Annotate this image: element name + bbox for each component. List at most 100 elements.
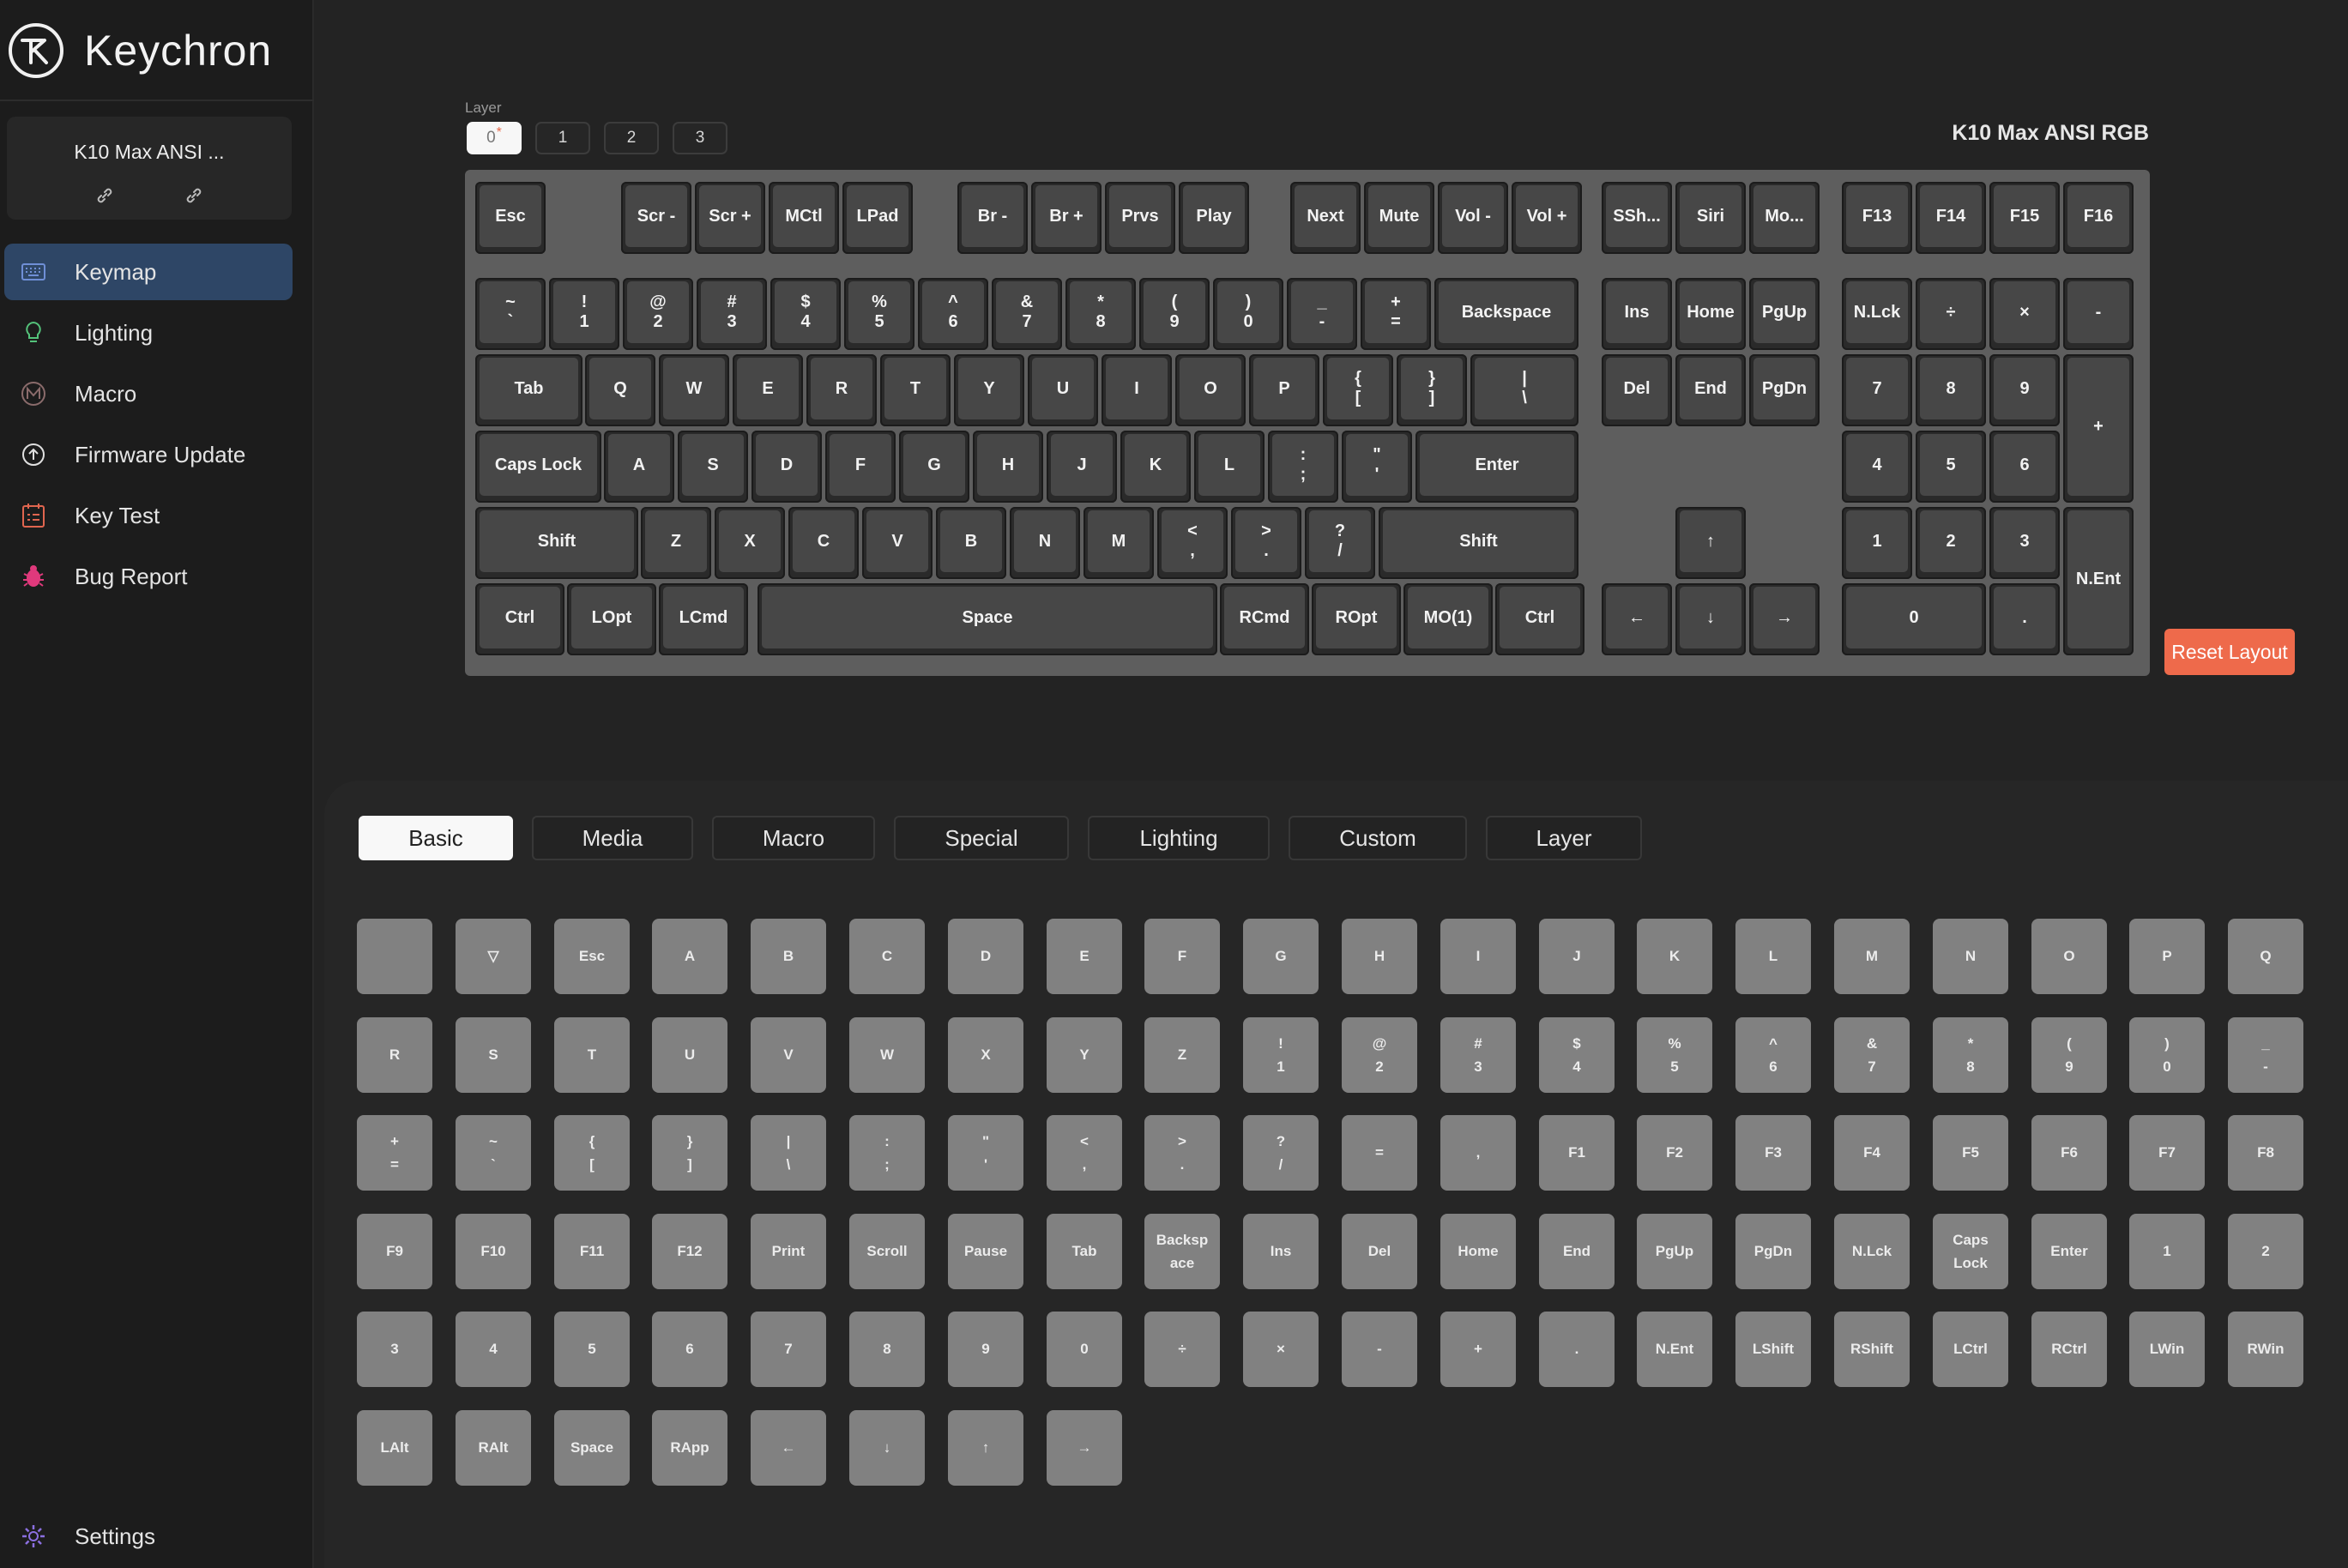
keycode-key[interactable]: T xyxy=(554,1017,630,1093)
keycode-key[interactable]: #3 xyxy=(1440,1017,1516,1093)
keycode-key[interactable]: W xyxy=(849,1017,925,1093)
keyboard-key[interactable]: LCmd xyxy=(659,583,748,655)
keyboard-key[interactable]: Play xyxy=(1179,182,1249,254)
keycode-key[interactable]: B xyxy=(751,919,826,994)
keycode-key[interactable]: S xyxy=(456,1017,531,1093)
tab-custom[interactable]: Custom xyxy=(1289,816,1467,860)
keycode-key[interactable]: 8 xyxy=(849,1312,925,1387)
keycode-key[interactable]: 9 xyxy=(948,1312,1023,1387)
keycode-key[interactable]: , xyxy=(1440,1115,1516,1191)
keyboard-key[interactable]: 7 xyxy=(1842,354,1912,426)
keyboard-key[interactable]: + xyxy=(2063,354,2134,503)
keycode-key[interactable]: ^ 6 xyxy=(1735,1017,1811,1093)
reset-layout-button[interactable]: Reset Layout xyxy=(2164,629,2295,675)
keycode-key[interactable]: 7 xyxy=(751,1312,826,1387)
keyboard-key[interactable]: F16 xyxy=(2063,182,2134,254)
keyboard-key[interactable]: N.Ent xyxy=(2063,507,2134,655)
keycode-key[interactable]: RApp xyxy=(652,1410,727,1486)
sidebar-item-key-test[interactable]: Key Test xyxy=(4,487,293,544)
keycode-key[interactable]: F7 xyxy=(2129,1115,2205,1191)
keyboard-key[interactable]: P xyxy=(1249,354,1319,426)
keyboard-key[interactable]: Scr - xyxy=(621,182,691,254)
keyboard-key[interactable]: V xyxy=(862,507,933,579)
layer-button-3[interactable]: 3 xyxy=(673,122,727,154)
keyboard-key[interactable]: Br + xyxy=(1031,182,1102,254)
keycode-key[interactable]: | \ xyxy=(751,1115,826,1191)
keyboard-key[interactable]: | \ xyxy=(1470,354,1578,426)
keyboard-key[interactable]: × xyxy=(1989,278,2060,350)
keyboard-key[interactable]: :; xyxy=(1268,431,1338,503)
keyboard-key[interactable]: MCtl xyxy=(769,182,839,254)
keycode-key[interactable]: _ - xyxy=(2228,1017,2303,1093)
keyboard-key[interactable]: U xyxy=(1028,354,1098,426)
keyboard-key[interactable]: Home xyxy=(1675,278,1746,350)
keycode-key[interactable]: RWin xyxy=(2228,1312,2303,1387)
keycode-key[interactable]: F5 xyxy=(1933,1115,2008,1191)
keycode-key[interactable]: U xyxy=(652,1017,727,1093)
keycode-key[interactable]: N.Lck xyxy=(1834,1214,1910,1289)
keyboard-key[interactable]: Y xyxy=(954,354,1024,426)
keyboard-key[interactable]: Ctrl xyxy=(1495,583,1584,655)
keycode-key[interactable]: <, xyxy=(1047,1115,1122,1191)
sidebar-item-bug-report[interactable]: Bug Report xyxy=(4,548,293,605)
keyboard-key[interactable]: X xyxy=(715,507,785,579)
keyboard-key[interactable]: N.Lck xyxy=(1842,278,1912,350)
keycode-key[interactable]: G xyxy=(1243,919,1319,994)
keyboard-key[interactable]: <, xyxy=(1157,507,1228,579)
keycode-key[interactable] xyxy=(357,919,432,994)
keycode-key[interactable]: Backsp ace xyxy=(1144,1214,1220,1289)
keyboard-key[interactable]: I xyxy=(1102,354,1172,426)
keycode-key[interactable]: F10 xyxy=(456,1214,531,1289)
keycode-key[interactable]: F1 xyxy=(1539,1115,1615,1191)
keycode-key[interactable]: LShift xyxy=(1735,1312,1811,1387)
keycode-key[interactable]: :; xyxy=(849,1115,925,1191)
keycode-key[interactable]: C xyxy=(849,919,925,994)
keyboard-key[interactable]: {[ xyxy=(1323,354,1393,426)
tab-macro[interactable]: Macro xyxy=(712,816,875,860)
keycode-key[interactable]: ↑ xyxy=(948,1410,1023,1486)
keycode-key[interactable]: 4 xyxy=(456,1312,531,1387)
layer-button-2[interactable]: 2 xyxy=(604,122,659,154)
keyboard-key[interactable]: MO(1) xyxy=(1403,583,1493,655)
keyboard-key[interactable]: _ - xyxy=(1287,278,1357,350)
keycode-key[interactable]: Space xyxy=(554,1410,630,1486)
keyboard-key[interactable]: 9 xyxy=(1989,354,2060,426)
keycode-key[interactable]: R xyxy=(357,1017,432,1093)
sidebar-item-lighting[interactable]: Lighting xyxy=(4,305,293,361)
keyboard-key[interactable]: Del xyxy=(1602,354,1672,426)
keyboard-key[interactable]: ) 0 xyxy=(1213,278,1283,350)
keycode-key[interactable]: Caps Lock xyxy=(1933,1214,2008,1289)
tab-special[interactable]: Special xyxy=(894,816,1069,860)
keyboard-key[interactable]: N xyxy=(1010,507,1080,579)
keyboard-key[interactable]: 3 xyxy=(1989,507,2060,579)
keycode-key[interactable]: ? / xyxy=(1243,1115,1319,1191)
keycode-key[interactable]: F11 xyxy=(554,1214,630,1289)
keycode-key[interactable]: . xyxy=(1539,1312,1615,1387)
keycode-key[interactable]: I xyxy=(1440,919,1516,994)
keyboard-key[interactable]: " ' xyxy=(1342,431,1412,503)
keycode-key[interactable]: J xyxy=(1539,919,1615,994)
keyboard-key[interactable]: LPad xyxy=(842,182,913,254)
tab-lighting[interactable]: Lighting xyxy=(1088,816,1270,860)
keycode-key[interactable]: * 8 xyxy=(1933,1017,2008,1093)
keycode-key[interactable]: Esc xyxy=(554,919,630,994)
keyboard-key[interactable]: & 7 xyxy=(992,278,1062,350)
keycode-key[interactable]: M xyxy=(1834,919,1910,994)
keyboard-key[interactable]: S xyxy=(678,431,748,503)
keyboard-key[interactable]: ← xyxy=(1602,583,1672,655)
keycode-key[interactable]: LCtrl xyxy=(1933,1312,2008,1387)
keycode-key[interactable]: N xyxy=(1933,919,2008,994)
keyboard-key[interactable]: ? / xyxy=(1305,507,1375,579)
keycode-key[interactable]: P xyxy=(2129,919,2205,994)
keyboard-key[interactable]: O xyxy=(1175,354,1246,426)
layer-button-0[interactable]: 0 * xyxy=(467,122,522,154)
keyboard-key[interactable]: C xyxy=(788,507,859,579)
keyboard-key[interactable]: 2 xyxy=(1916,507,1986,579)
keyboard-key[interactable]: Shift xyxy=(1379,507,1578,579)
keycode-key[interactable]: & 7 xyxy=(1834,1017,1910,1093)
keyboard-key[interactable]: Vol - xyxy=(1438,182,1508,254)
keyboard-key[interactable]: W xyxy=(659,354,729,426)
keyboard-key[interactable]: Space xyxy=(758,583,1217,655)
keycode-key[interactable]: 5 xyxy=(554,1312,630,1387)
sidebar-item-keymap[interactable]: Keymap xyxy=(4,244,293,300)
